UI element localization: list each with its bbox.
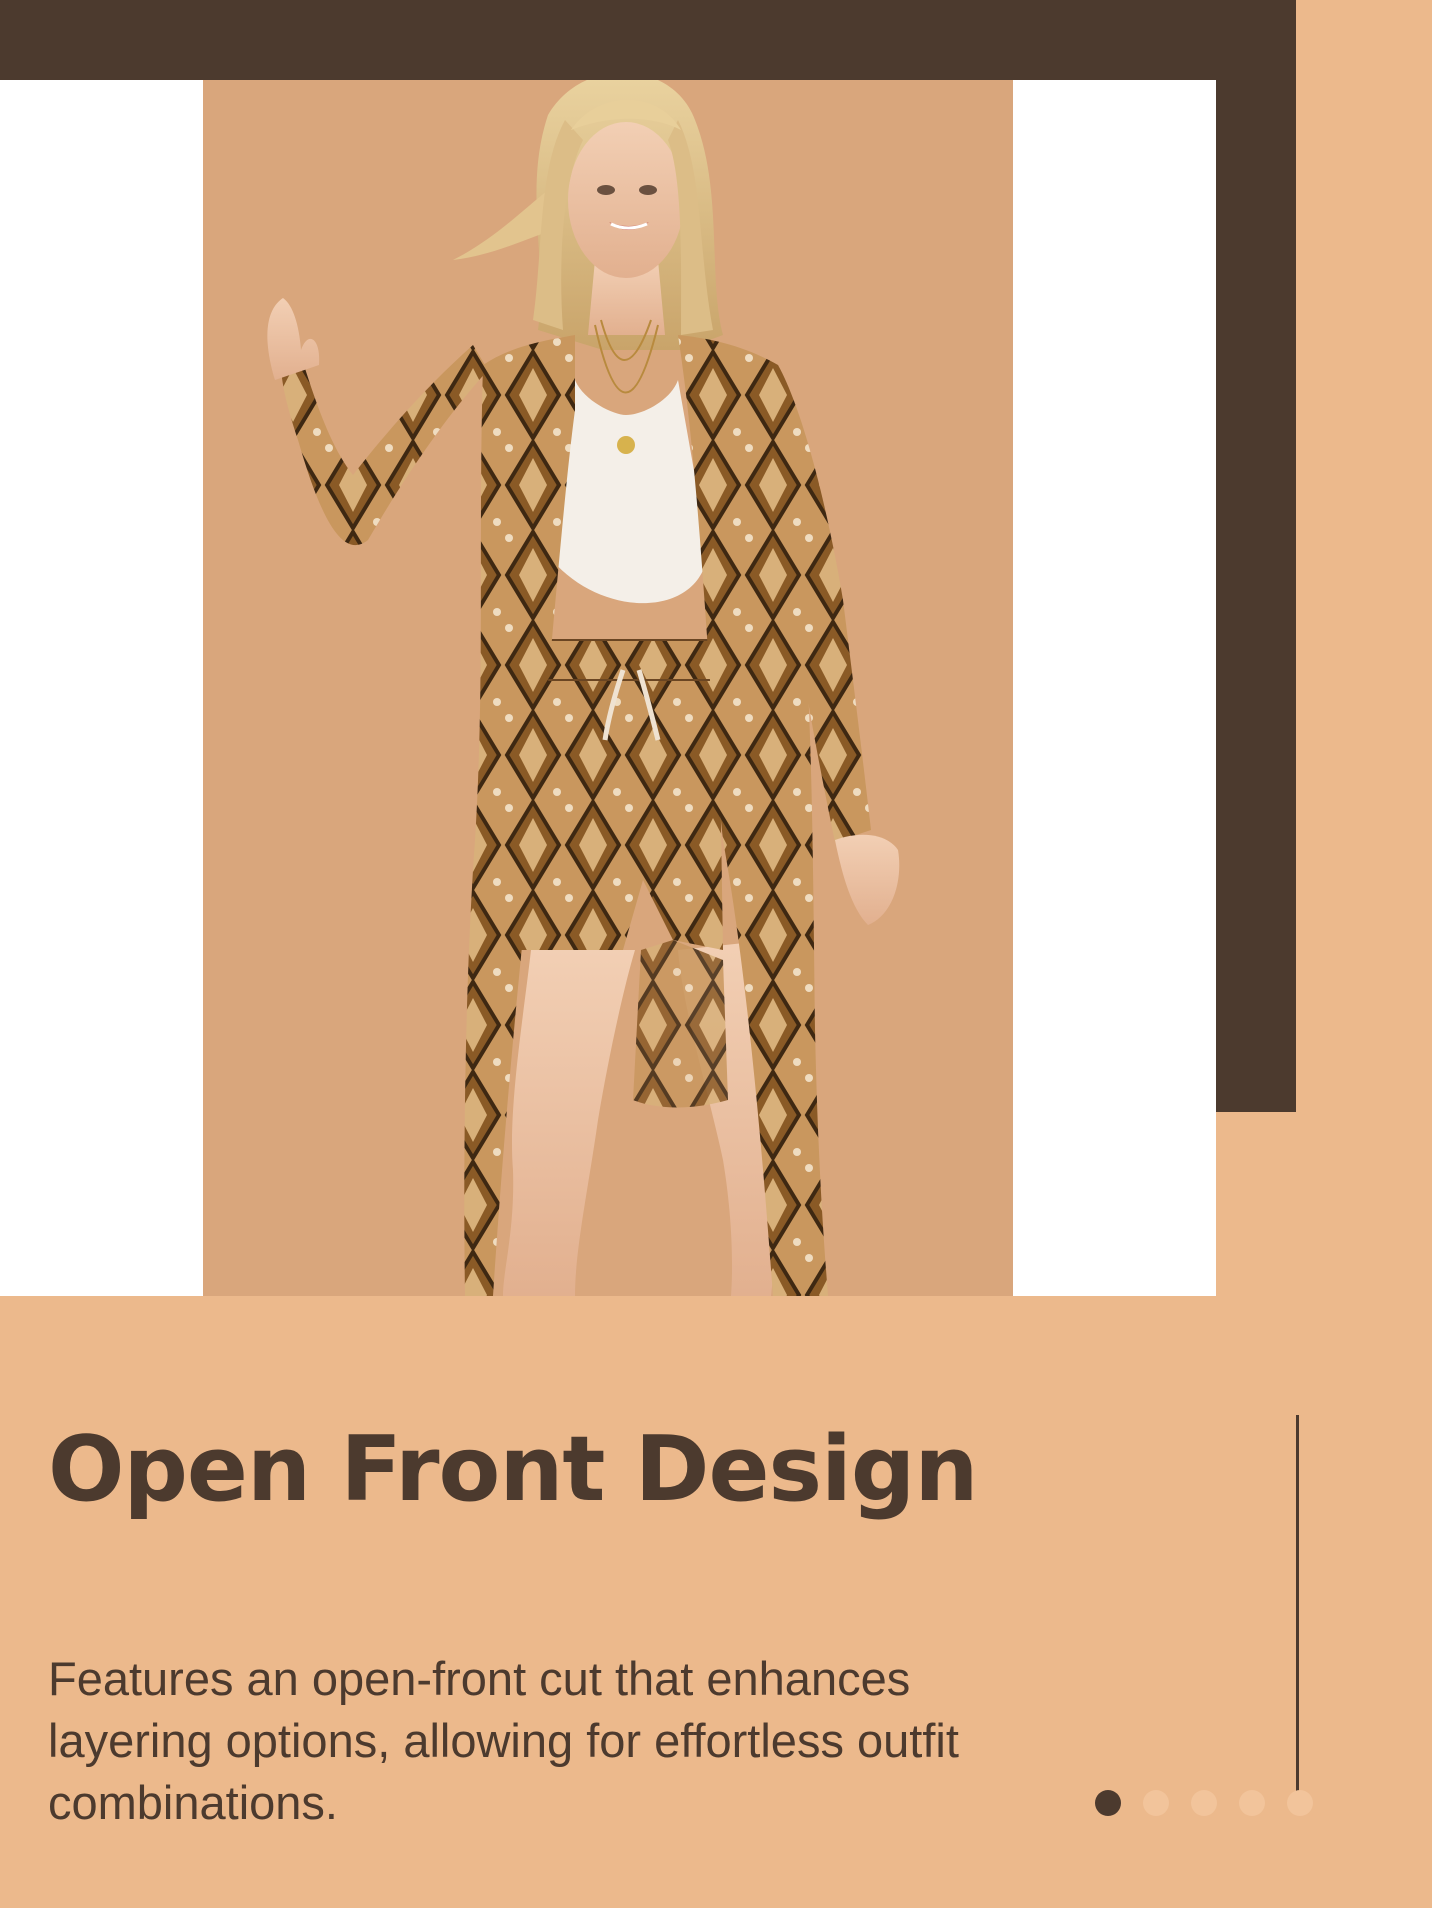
carousel-dot-3[interactable] (1191, 1790, 1217, 1816)
decorative-top-bar (0, 0, 1296, 80)
carousel-dot-1[interactable] (1095, 1790, 1121, 1816)
slide-description: Features an open-front cut that enhances… (48, 1652, 959, 1829)
carousel-pagination (1095, 1790, 1313, 1816)
carousel-dot-4[interactable] (1239, 1790, 1265, 1816)
carousel-dot-2[interactable] (1143, 1790, 1169, 1816)
decorative-side-bar (1216, 0, 1296, 1112)
carousel-dot-5[interactable] (1287, 1790, 1313, 1816)
slide-title: Open Front Design (48, 1417, 978, 1522)
product-photo (203, 80, 1013, 1296)
vertical-divider (1296, 1415, 1299, 1815)
